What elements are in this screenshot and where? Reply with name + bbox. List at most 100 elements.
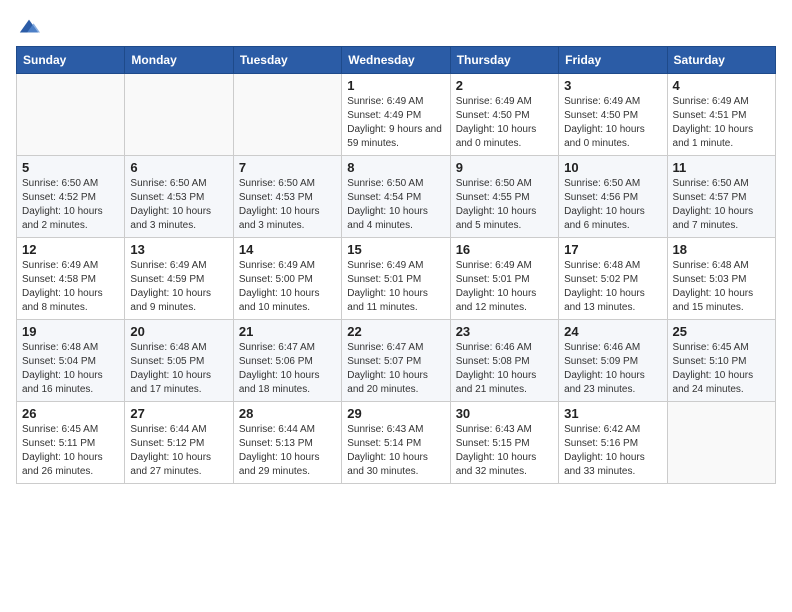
day-info: Sunrise: 6:44 AM Sunset: 5:12 PM Dayligh… xyxy=(130,423,227,479)
calendar-cell: 1 Sunrise: 6:49 AM Sunset: 4:49 PM Daylig… xyxy=(342,74,450,156)
day-number: 12 xyxy=(22,242,119,257)
day-info: Sunrise: 6:47 AM Sunset: 5:07 PM Dayligh… xyxy=(347,341,444,397)
day-number: 22 xyxy=(347,324,444,339)
day-number: 29 xyxy=(347,406,444,421)
day-info: Sunrise: 6:42 AM Sunset: 5:16 PM Dayligh… xyxy=(564,423,661,479)
calendar-cell xyxy=(233,74,341,156)
logo-icon xyxy=(18,16,40,38)
day-info: Sunrise: 6:48 AM Sunset: 5:04 PM Dayligh… xyxy=(22,341,119,397)
day-number: 31 xyxy=(564,406,661,421)
calendar-cell: 19 Sunrise: 6:48 AM Sunset: 5:04 PM Dayli… xyxy=(17,320,125,402)
calendar-cell: 8 Sunrise: 6:50 AM Sunset: 4:54 PM Daylig… xyxy=(342,156,450,238)
calendar-cell: 4 Sunrise: 6:49 AM Sunset: 4:51 PM Daylig… xyxy=(667,74,775,156)
day-number: 11 xyxy=(673,160,770,175)
weekday-header-friday: Friday xyxy=(559,47,667,74)
weekday-header-tuesday: Tuesday xyxy=(233,47,341,74)
weekday-header-wednesday: Wednesday xyxy=(342,47,450,74)
calendar-cell: 24 Sunrise: 6:46 AM Sunset: 5:09 PM Dayli… xyxy=(559,320,667,402)
calendar-cell: 10Sunrise: 6:50 AM Sunset: 4:56 PM Dayli… xyxy=(559,156,667,238)
day-info: Sunrise: 6:45 AM Sunset: 5:11 PM Dayligh… xyxy=(22,423,119,479)
day-info: Sunrise: 6:48 AM Sunset: 5:05 PM Dayligh… xyxy=(130,341,227,397)
day-info: Sunrise: 6:49 AM Sunset: 4:50 PM Dayligh… xyxy=(456,95,553,151)
calendar-week-row: 26 Sunrise: 6:45 AM Sunset: 5:11 PM Dayli… xyxy=(17,402,776,484)
day-number: 28 xyxy=(239,406,336,421)
day-info: Sunrise: 6:49 AM Sunset: 4:59 PM Dayligh… xyxy=(130,259,227,315)
calendar-cell: 18 Sunrise: 6:48 AM Sunset: 5:03 PM Dayli… xyxy=(667,238,775,320)
calendar-week-row: 1 Sunrise: 6:49 AM Sunset: 4:49 PM Daylig… xyxy=(17,74,776,156)
day-number: 1 xyxy=(347,78,444,93)
day-number: 24 xyxy=(564,324,661,339)
day-info: Sunrise: 6:46 AM Sunset: 5:09 PM Dayligh… xyxy=(564,341,661,397)
calendar-cell: 14 Sunrise: 6:49 AM Sunset: 5:00 PM Dayli… xyxy=(233,238,341,320)
day-number: 20 xyxy=(130,324,227,339)
day-number: 14 xyxy=(239,242,336,257)
page-header xyxy=(16,16,776,34)
calendar-cell: 23 Sunrise: 6:46 AM Sunset: 5:08 PM Dayli… xyxy=(450,320,558,402)
day-info: Sunrise: 6:45 AM Sunset: 5:10 PM Dayligh… xyxy=(673,341,770,397)
calendar-cell: 29 Sunrise: 6:43 AM Sunset: 5:14 PM Dayli… xyxy=(342,402,450,484)
day-number: 23 xyxy=(456,324,553,339)
calendar-cell: 16 Sunrise: 6:49 AM Sunset: 5:01 PM Dayli… xyxy=(450,238,558,320)
day-info: Sunrise: 6:50 AM Sunset: 4:52 PM Dayligh… xyxy=(22,177,119,233)
calendar-cell: 5Sunrise: 6:50 AM Sunset: 4:52 PM Daylig… xyxy=(17,156,125,238)
day-info: Sunrise: 6:50 AM Sunset: 4:53 PM Dayligh… xyxy=(130,177,227,233)
day-number: 16 xyxy=(456,242,553,257)
day-number: 4 xyxy=(673,78,770,93)
calendar-cell: 3 Sunrise: 6:49 AM Sunset: 4:50 PM Daylig… xyxy=(559,74,667,156)
day-info: Sunrise: 6:49 AM Sunset: 5:01 PM Dayligh… xyxy=(347,259,444,315)
calendar-cell: 22 Sunrise: 6:47 AM Sunset: 5:07 PM Dayli… xyxy=(342,320,450,402)
calendar-cell xyxy=(125,74,233,156)
day-info: Sunrise: 6:50 AM Sunset: 4:57 PM Dayligh… xyxy=(673,177,770,233)
day-number: 27 xyxy=(130,406,227,421)
day-info: Sunrise: 6:47 AM Sunset: 5:06 PM Dayligh… xyxy=(239,341,336,397)
calendar-cell: 15 Sunrise: 6:49 AM Sunset: 5:01 PM Dayli… xyxy=(342,238,450,320)
day-info: Sunrise: 6:50 AM Sunset: 4:56 PM Dayligh… xyxy=(564,177,661,233)
calendar-cell xyxy=(17,74,125,156)
day-info: Sunrise: 6:48 AM Sunset: 5:02 PM Dayligh… xyxy=(564,259,661,315)
calendar-cell: 20 Sunrise: 6:48 AM Sunset: 5:05 PM Dayli… xyxy=(125,320,233,402)
day-number: 9 xyxy=(456,160,553,175)
day-number: 7 xyxy=(239,160,336,175)
day-number: 3 xyxy=(564,78,661,93)
calendar-cell: 11 Sunrise: 6:50 AM Sunset: 4:57 PM Dayli… xyxy=(667,156,775,238)
calendar-table: SundayMondayTuesdayWednesdayThursdayFrid… xyxy=(16,46,776,484)
day-info: Sunrise: 6:49 AM Sunset: 4:49 PM Dayligh… xyxy=(347,95,444,151)
day-number: 30 xyxy=(456,406,553,421)
day-info: Sunrise: 6:49 AM Sunset: 4:50 PM Dayligh… xyxy=(564,95,661,151)
weekday-header-monday: Monday xyxy=(125,47,233,74)
day-info: Sunrise: 6:49 AM Sunset: 4:51 PM Dayligh… xyxy=(673,95,770,151)
day-info: Sunrise: 6:49 AM Sunset: 5:01 PM Dayligh… xyxy=(456,259,553,315)
calendar-cell: 31 Sunrise: 6:42 AM Sunset: 5:16 PM Dayli… xyxy=(559,402,667,484)
day-info: Sunrise: 6:43 AM Sunset: 5:15 PM Dayligh… xyxy=(456,423,553,479)
calendar-cell: 12 Sunrise: 6:49 AM Sunset: 4:58 PM Dayli… xyxy=(17,238,125,320)
day-info: Sunrise: 6:43 AM Sunset: 5:14 PM Dayligh… xyxy=(347,423,444,479)
calendar-cell: 9 Sunrise: 6:50 AM Sunset: 4:55 PM Daylig… xyxy=(450,156,558,238)
calendar-cell: 21 Sunrise: 6:47 AM Sunset: 5:06 PM Dayli… xyxy=(233,320,341,402)
day-info: Sunrise: 6:50 AM Sunset: 4:53 PM Dayligh… xyxy=(239,177,336,233)
day-info: Sunrise: 6:50 AM Sunset: 4:55 PM Dayligh… xyxy=(456,177,553,233)
day-number: 19 xyxy=(22,324,119,339)
day-info: Sunrise: 6:50 AM Sunset: 4:54 PM Dayligh… xyxy=(347,177,444,233)
weekday-header-saturday: Saturday xyxy=(667,47,775,74)
calendar-cell: 28 Sunrise: 6:44 AM Sunset: 5:13 PM Dayli… xyxy=(233,402,341,484)
day-number: 15 xyxy=(347,242,444,257)
calendar-cell: 13Sunrise: 6:49 AM Sunset: 4:59 PM Dayli… xyxy=(125,238,233,320)
calendar-week-row: 12 Sunrise: 6:49 AM Sunset: 4:58 PM Dayli… xyxy=(17,238,776,320)
day-number: 8 xyxy=(347,160,444,175)
logo xyxy=(16,16,40,34)
day-number: 18 xyxy=(673,242,770,257)
calendar-week-row: 5Sunrise: 6:50 AM Sunset: 4:52 PM Daylig… xyxy=(17,156,776,238)
weekday-header-thursday: Thursday xyxy=(450,47,558,74)
calendar-cell: 6Sunrise: 6:50 AM Sunset: 4:53 PM Daylig… xyxy=(125,156,233,238)
day-number: 26 xyxy=(22,406,119,421)
calendar-cell: 26 Sunrise: 6:45 AM Sunset: 5:11 PM Dayli… xyxy=(17,402,125,484)
day-info: Sunrise: 6:49 AM Sunset: 4:58 PM Dayligh… xyxy=(22,259,119,315)
day-info: Sunrise: 6:49 AM Sunset: 5:00 PM Dayligh… xyxy=(239,259,336,315)
day-info: Sunrise: 6:44 AM Sunset: 5:13 PM Dayligh… xyxy=(239,423,336,479)
day-number: 21 xyxy=(239,324,336,339)
day-info: Sunrise: 6:46 AM Sunset: 5:08 PM Dayligh… xyxy=(456,341,553,397)
calendar-cell: 2 Sunrise: 6:49 AM Sunset: 4:50 PM Daylig… xyxy=(450,74,558,156)
day-number: 2 xyxy=(456,78,553,93)
day-info: Sunrise: 6:48 AM Sunset: 5:03 PM Dayligh… xyxy=(673,259,770,315)
calendar-cell: 30 Sunrise: 6:43 AM Sunset: 5:15 PM Dayli… xyxy=(450,402,558,484)
